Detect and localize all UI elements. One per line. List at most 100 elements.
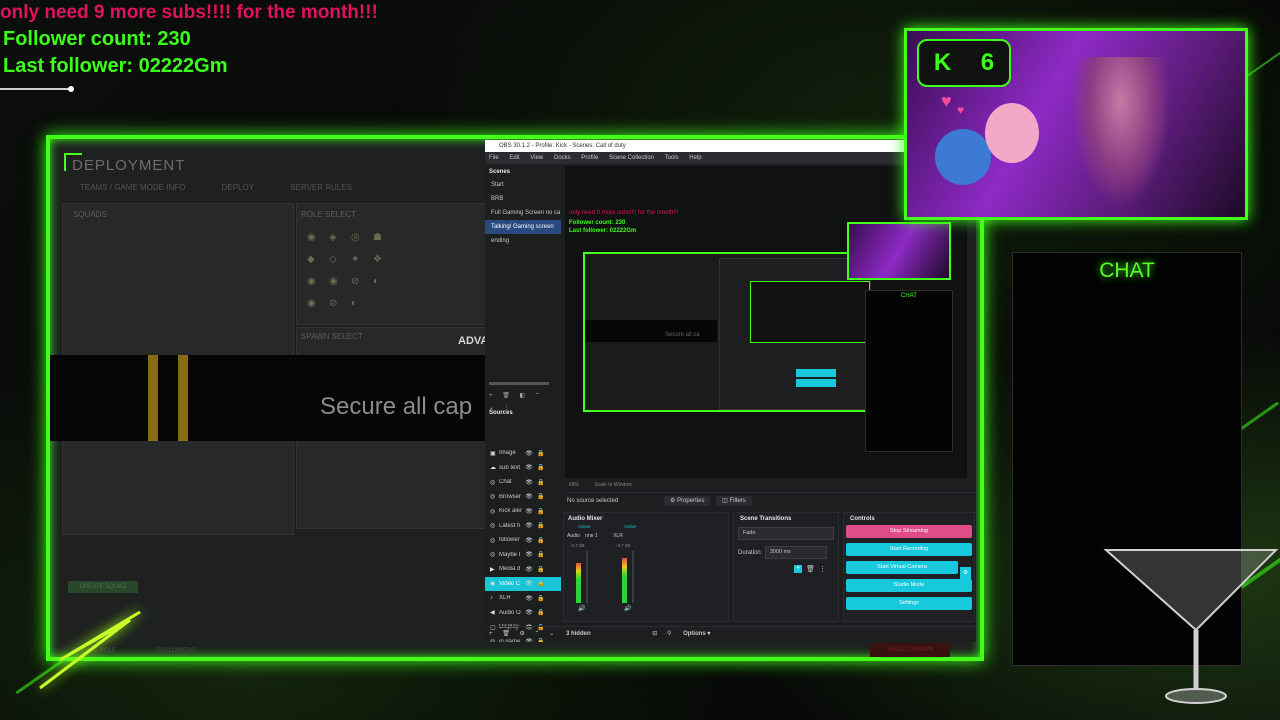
- source-item[interactable]: ◎ Browser 👁 🔒: [485, 490, 561, 505]
- role-icon[interactable]: ◎: [351, 232, 360, 243]
- source-item[interactable]: ◎ Latest fi 👁 🔒: [485, 519, 561, 534]
- start-virtual-camera-button[interactable]: Start Virtual Camera: [846, 561, 958, 574]
- visibility-eye-icon[interactable]: 👁: [523, 537, 535, 544]
- options-button[interactable]: Options ▾: [683, 631, 710, 637]
- scene-item[interactable]: Start: [485, 178, 561, 192]
- role-icon[interactable]: ⊘: [329, 298, 337, 309]
- scene-item[interactable]: BRB: [485, 192, 561, 206]
- add-scene-icon[interactable]: +: [489, 393, 493, 399]
- filters-button[interactable]: ◫ Filters: [716, 496, 752, 506]
- filter-scene-icon[interactable]: ◧: [519, 393, 525, 399]
- visibility-eye-icon[interactable]: 👁: [523, 566, 535, 573]
- scenes-scrollbar[interactable]: [489, 382, 549, 385]
- role-icon[interactable]: ✦: [351, 254, 359, 265]
- remove-transition-icon[interactable]: 🗑: [806, 565, 815, 573]
- lock-icon[interactable]: 🔒: [535, 479, 547, 486]
- scene-item-active[interactable]: Talking/ Gaming screen: [485, 220, 561, 234]
- role-icon[interactable]: ◈: [329, 232, 337, 243]
- create-squad-button[interactable]: CREATE SQUAD: [68, 581, 138, 593]
- visibility-eye-icon[interactable]: 👁: [523, 450, 535, 457]
- menu-edit[interactable]: Edit: [509, 155, 519, 161]
- visibility-eye-icon[interactable]: 👁: [523, 508, 535, 515]
- duration-input[interactable]: 3000 ms: [764, 546, 827, 559]
- mute-icon[interactable]: 🔊: [624, 605, 631, 612]
- lock-icon[interactable]: 🔒: [535, 537, 547, 544]
- lock-icon[interactable]: 🔒: [535, 566, 547, 573]
- role-icon[interactable]: ◐: [351, 298, 357, 309]
- source-item[interactable]: ♪ XLR 👁 🔒: [485, 591, 561, 606]
- mute-icon[interactable]: 🔊: [578, 605, 585, 612]
- source-item[interactable]: ☁ sub text 👁 🔒: [485, 461, 561, 476]
- lock-icon[interactable]: 🔒: [535, 609, 547, 616]
- menu-tools[interactable]: Tools: [665, 155, 679, 161]
- role-icon[interactable]: ❖: [373, 254, 382, 265]
- properties-button[interactable]: ⚙ Properties: [664, 496, 711, 506]
- lock-icon[interactable]: 🔒: [535, 522, 547, 529]
- source-item[interactable]: ◎ Maybe I 👁 🔒: [485, 548, 561, 563]
- game-tab[interactable]: DEPLOY: [222, 183, 254, 192]
- remove-source-icon[interactable]: 🗑: [502, 631, 510, 637]
- source-item[interactable]: ◎ Chat 👁 🔒: [485, 475, 561, 490]
- scale-mode[interactable]: Scale to Window: [594, 482, 631, 488]
- role-icon[interactable]: ◆: [307, 254, 315, 265]
- lock-icon[interactable]: 🔒: [535, 450, 547, 457]
- lock-icon[interactable]: 🔒: [535, 595, 547, 602]
- menu-profile[interactable]: Profile: [581, 155, 598, 161]
- scene-item[interactable]: ending: [485, 234, 561, 248]
- start-recording-button[interactable]: Start Recording: [846, 543, 972, 556]
- role-icon[interactable]: ◉: [307, 232, 316, 243]
- role-icon[interactable]: ⊘: [351, 276, 359, 287]
- lock-icon[interactable]: 🔒: [535, 464, 547, 471]
- source-item[interactable]: ◉ Video C 👁 🔒: [485, 576, 561, 591]
- scene-item[interactable]: Full Gaming Screen no ca: [485, 206, 561, 220]
- role-icon[interactable]: ◐: [373, 276, 379, 287]
- add-source-icon[interactable]: +: [489, 631, 493, 637]
- visibility-eye-icon[interactable]: 👁: [523, 493, 535, 500]
- role-icon[interactable]: ◉: [329, 276, 338, 287]
- visibility-eye-icon[interactable]: 👁: [523, 609, 535, 616]
- zoom-value[interactable]: 69%: [569, 482, 579, 488]
- source-item[interactable]: ▶ Media d 👁 🔒: [485, 562, 561, 577]
- add-transition-icon[interactable]: +: [794, 565, 803, 573]
- source-gear-icon[interactable]: ⚙: [519, 631, 524, 637]
- grid-icon[interactable]: ⊟: [652, 631, 657, 637]
- lock-icon[interactable]: 🔒: [535, 508, 547, 515]
- visibility-eye-icon[interactable]: 👁: [523, 551, 535, 558]
- remove-scene-icon[interactable]: 🗑: [502, 393, 510, 399]
- role-icon[interactable]: ◇: [329, 254, 337, 265]
- virtual-camera-gear-icon[interactable]: ⚙: [960, 567, 971, 580]
- visibility-eye-icon[interactable]: 👁: [523, 595, 535, 602]
- menu-help[interactable]: Help: [689, 155, 701, 161]
- transition-select[interactable]: Fade: [738, 527, 834, 540]
- menu-view[interactable]: View: [530, 155, 543, 161]
- lock-icon[interactable]: 🔒: [535, 551, 547, 558]
- game-tab[interactable]: TEAMS / GAME MODE INFO: [80, 183, 185, 192]
- select-spawn-button[interactable]: SELECT SPAWN: [870, 643, 950, 657]
- menu-file[interactable]: File: [489, 155, 499, 161]
- volume-slider-track[interactable]: [586, 551, 588, 603]
- move-up-icon[interactable]: ⌃: [535, 393, 540, 399]
- role-icon[interactable]: ◉: [307, 298, 316, 309]
- menu-scene-collection[interactable]: Scene Collection: [609, 155, 654, 161]
- source-item[interactable]: ◀ Audio O 👁 🔒: [485, 606, 561, 621]
- link-icon[interactable]: ⚲: [667, 631, 671, 637]
- role-icon[interactable]: ◉: [307, 276, 316, 287]
- role-icon[interactable]: ☗: [373, 232, 382, 243]
- move-down-icon[interactable]: ⌄: [549, 631, 554, 637]
- more-icon[interactable]: ⋮: [819, 565, 826, 573]
- source-item[interactable]: ▣ Image 👁 🔒: [485, 446, 561, 461]
- visibility-eye-icon[interactable]: 👁: [523, 580, 535, 587]
- followers-button[interactable]: FOLLOWERS: [146, 645, 206, 657]
- lock-icon[interactable]: 🔒: [535, 580, 547, 587]
- move-up-icon[interactable]: ⌃: [535, 631, 540, 637]
- visibility-eye-icon[interactable]: 👁: [523, 464, 535, 471]
- menu-docks[interactable]: Docks: [554, 155, 571, 161]
- stop-streaming-button[interactable]: Stop Streaming: [846, 525, 972, 538]
- lock-icon[interactable]: 🔒: [535, 493, 547, 500]
- visibility-eye-icon[interactable]: 👁: [523, 522, 535, 529]
- visibility-eye-icon[interactable]: 👁: [523, 479, 535, 486]
- settings-button[interactable]: Settings: [846, 597, 972, 610]
- game-tab[interactable]: SERVER RULES: [290, 183, 352, 192]
- source-item[interactable]: ◎ follower 👁 🔒: [485, 533, 561, 548]
- source-item[interactable]: ◎ Kick aler 👁 🔒: [485, 504, 561, 519]
